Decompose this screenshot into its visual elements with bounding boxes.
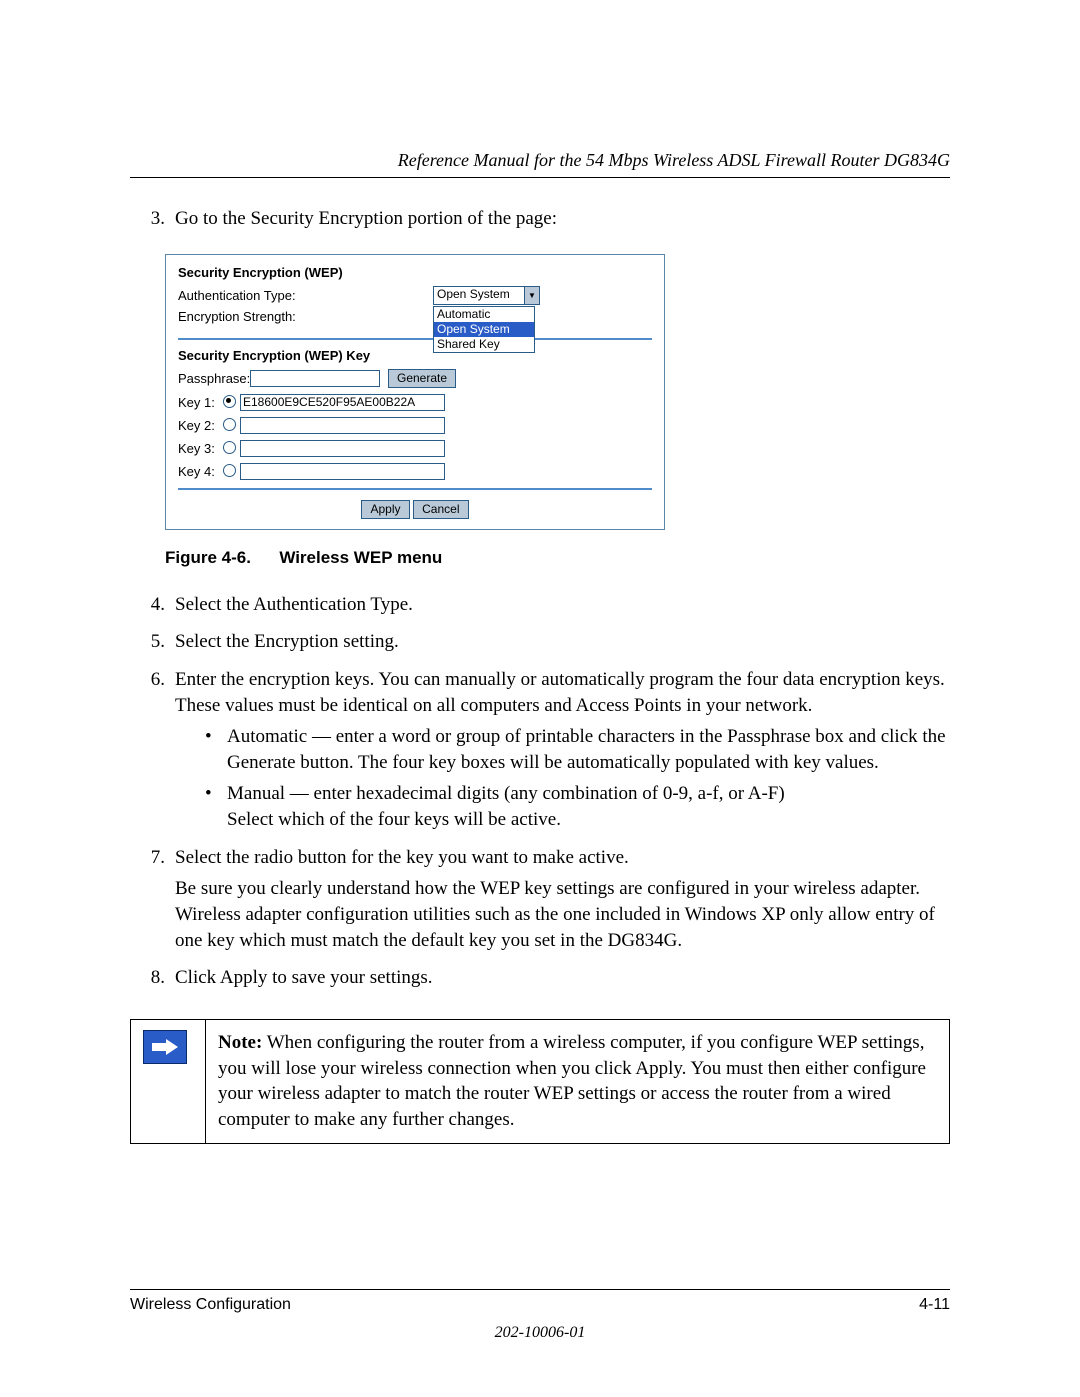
step-7-text-1: Select the radio button for the key you …: [175, 845, 950, 871]
step-8-number: 8.: [130, 965, 175, 997]
passphrase-input[interactable]: [250, 370, 380, 387]
section-separator: [178, 338, 652, 340]
auth-type-dropdown[interactable]: Open System ▼: [433, 286, 540, 305]
step-7-number: 7.: [130, 845, 175, 960]
wep-key-title: Security Encryption (WEP) Key: [178, 348, 652, 363]
key4-input[interactable]: [240, 463, 445, 480]
step-6-number: 6.: [130, 667, 175, 839]
enc-option-automatic[interactable]: Automatic: [434, 307, 534, 322]
cancel-button[interactable]: Cancel: [413, 500, 468, 519]
chevron-down-icon: ▼: [524, 287, 539, 304]
step-6-bullet-2b: Select which of the four keys will be ac…: [227, 809, 561, 830]
auth-type-label: Authentication Type:: [178, 288, 433, 303]
figure-caption-text: Wireless WEP menu: [279, 548, 442, 567]
bullet-icon: •: [205, 781, 227, 832]
step-4-number: 4.: [130, 592, 175, 624]
key1-radio[interactable]: [223, 395, 236, 408]
wep-section-title: Security Encryption (WEP): [178, 265, 652, 280]
section-separator-2: [178, 488, 652, 490]
header-rule: [130, 177, 950, 178]
step-3-number: 3.: [130, 206, 175, 238]
note-box: Note: When configuring the router from a…: [130, 1019, 950, 1144]
key3-label: Key 3:: [178, 441, 223, 456]
bullet-icon: •: [205, 724, 227, 775]
enc-option-open-system[interactable]: Open System: [434, 322, 534, 337]
step-6-bullet-2a: Manual — enter hexadecimal digits (any c…: [227, 783, 785, 804]
footer-section: Wireless Configuration: [130, 1296, 291, 1314]
enc-strength-menu[interactable]: Automatic Open System Shared Key: [433, 306, 535, 353]
step-4-text: Select the Authentication Type.: [175, 592, 950, 618]
apply-button[interactable]: Apply: [361, 500, 409, 519]
footer-doc-number: 202-10006-01: [130, 1324, 950, 1342]
key1-label: Key 1:: [178, 395, 223, 410]
passphrase-label: Passphrase:: [178, 371, 250, 386]
auth-type-value: Open System: [434, 287, 524, 304]
enc-option-shared-key[interactable]: Shared Key: [434, 337, 534, 352]
enc-strength-label: Encryption Strength:: [178, 309, 433, 324]
arrow-right-icon: [143, 1030, 187, 1064]
step-3-text: Go to the Security Encryption portion of…: [175, 206, 950, 232]
key2-radio[interactable]: [223, 418, 236, 431]
key1-input[interactable]: [240, 394, 445, 411]
key4-radio[interactable]: [223, 464, 236, 477]
wep-screenshot: Security Encryption (WEP) Authentication…: [165, 254, 665, 530]
figure-caption-prefix: Figure 4-6.: [165, 548, 251, 567]
step-6-bullet-1: Automatic — enter a word or group of pri…: [227, 724, 950, 775]
key3-input[interactable]: [240, 440, 445, 457]
step-7-text-2: Be sure you clearly understand how the W…: [175, 876, 950, 953]
note-label: Note:: [218, 1032, 262, 1053]
footer-rule: [130, 1289, 950, 1290]
key3-radio[interactable]: [223, 441, 236, 454]
step-6-text: Enter the encryption keys. You can manua…: [175, 667, 950, 718]
step-5-number: 5.: [130, 629, 175, 661]
key2-label: Key 2:: [178, 418, 223, 433]
step-8-text: Click Apply to save your settings.: [175, 965, 950, 991]
footer-page-number: 4-11: [919, 1296, 950, 1314]
page-header-title: Reference Manual for the 54 Mbps Wireles…: [130, 150, 950, 171]
step-5-text: Select the Encryption setting.: [175, 629, 950, 655]
key4-label: Key 4:: [178, 464, 223, 479]
key2-input[interactable]: [240, 417, 445, 434]
note-text: When configuring the router from a wirel…: [218, 1032, 926, 1130]
generate-button[interactable]: Generate: [388, 369, 456, 388]
